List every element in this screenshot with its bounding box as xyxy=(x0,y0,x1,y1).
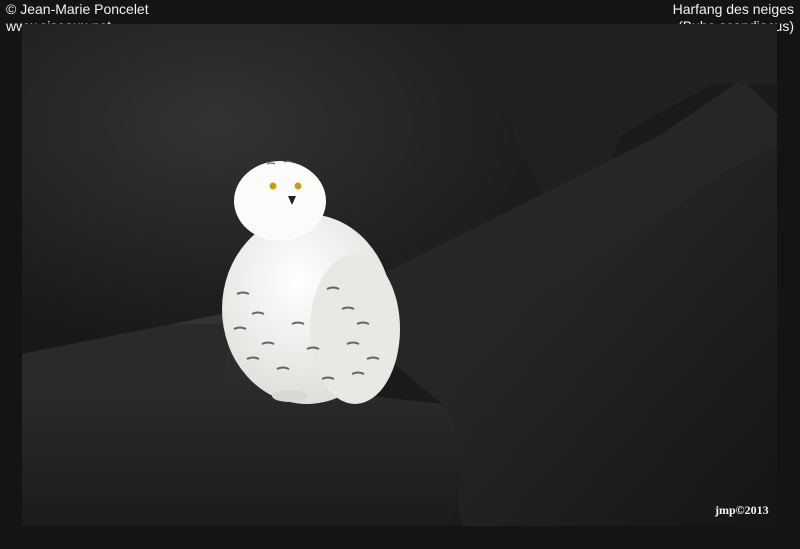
owl-eye-left xyxy=(269,182,277,190)
owl-head xyxy=(234,161,326,241)
owl-wing xyxy=(310,254,400,404)
copyright-text: © Jean-Marie Poncelet xyxy=(6,1,149,17)
photographer-signature: jmp©2013 xyxy=(715,503,769,517)
photo-illustration xyxy=(22,24,777,526)
owl-eye-right xyxy=(294,182,302,190)
species-common-name: Harfang des neiges xyxy=(672,1,794,17)
owl-photo xyxy=(22,24,777,526)
owl-feet xyxy=(272,390,308,402)
image-frame: © Jean-Marie Poncelet www.oiseaux.net Ha… xyxy=(0,0,800,549)
